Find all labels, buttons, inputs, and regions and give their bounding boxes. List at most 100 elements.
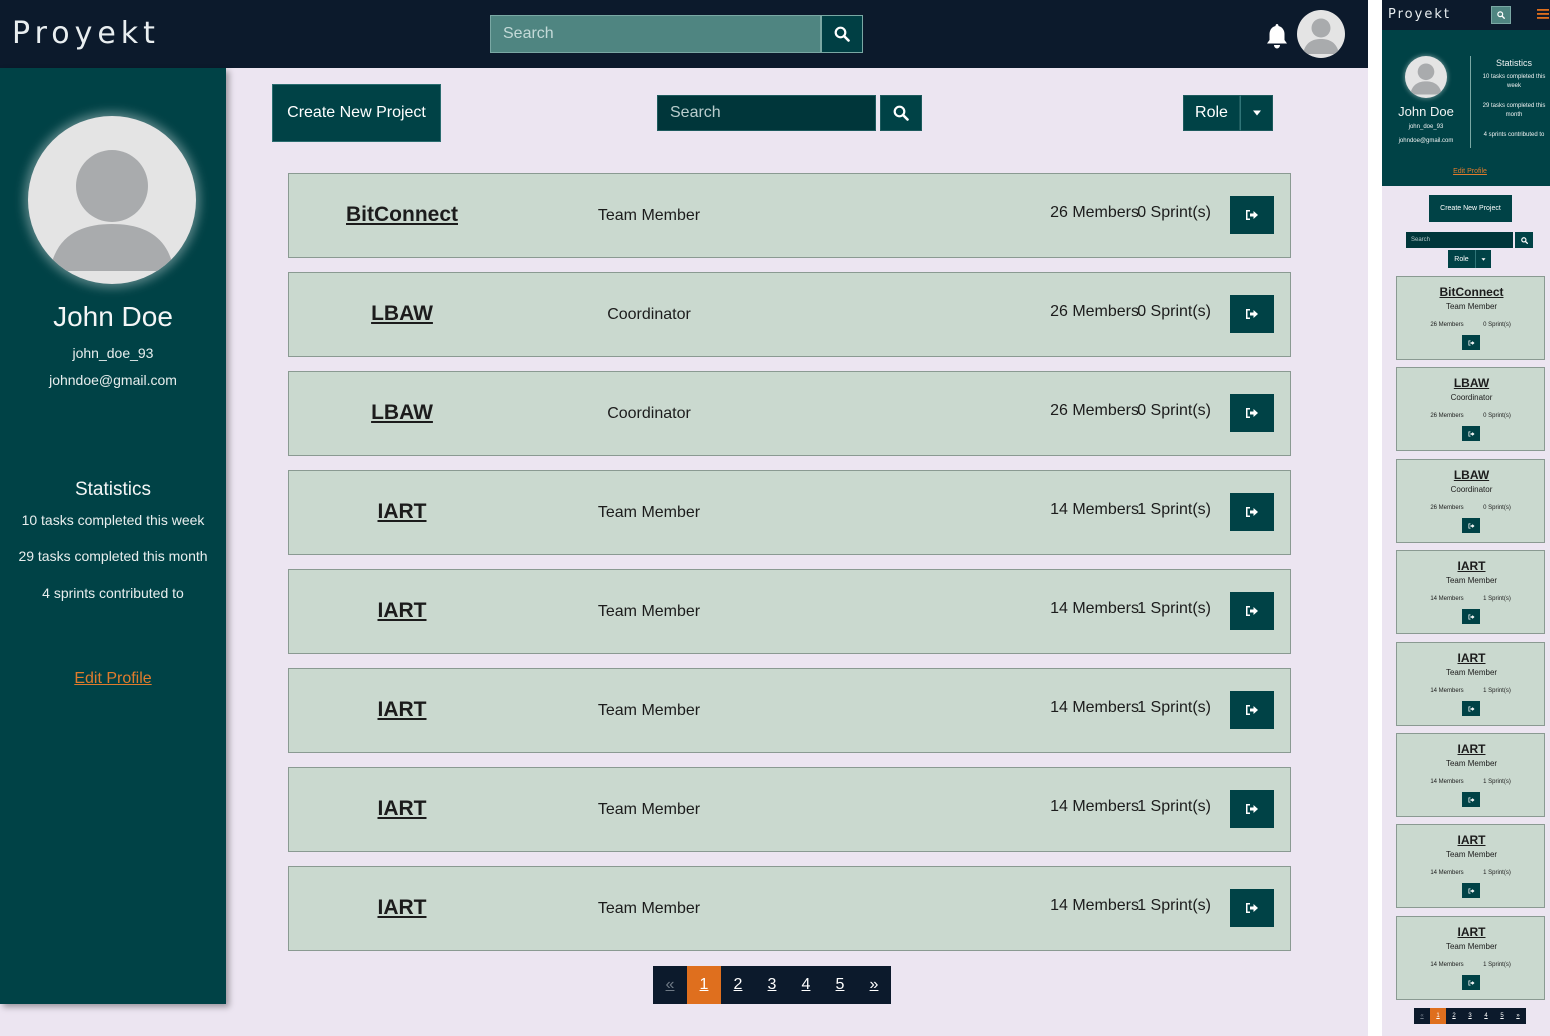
role-filter-button[interactable]: Role (1183, 95, 1240, 131)
mobile-pagination-page-4[interactable]: 4 (1478, 1008, 1494, 1024)
mobile-project-name-link[interactable]: IART (1397, 651, 1546, 665)
project-members: 14 Members (1050, 798, 1139, 815)
mobile-pagination-page-2[interactable]: 2 (1446, 1008, 1462, 1024)
navbar-search-button[interactable] (821, 15, 863, 53)
mobile-project-card: IART Team Member 14 Members 1 Sprint(s) (1396, 733, 1545, 817)
enter-project-button[interactable] (1230, 196, 1274, 234)
enter-project-button[interactable] (1230, 493, 1274, 531)
project-name-link[interactable]: IART (289, 500, 515, 524)
sign-out-icon (1246, 309, 1258, 319)
project-name-link[interactable]: IART (289, 599, 515, 623)
mobile-project-sprints: 0 Sprint(s) (1483, 413, 1511, 419)
caret-down-icon (1252, 110, 1261, 116)
pagination-page-3[interactable]: 3 (755, 966, 789, 1004)
brand-logo[interactable]: Proyekt (12, 16, 160, 51)
mobile-enter-project-button[interactable] (1462, 792, 1480, 807)
mobile-project-sprints: 0 Sprint(s) (1483, 322, 1511, 328)
mobile-project-name-link[interactable]: IART (1397, 925, 1546, 939)
mobile-view: Proyekt John Doe john_doe_93 johndoe@gma… (1382, 0, 1550, 1036)
role-dropdown-toggle[interactable] (1240, 95, 1273, 131)
project-name-link[interactable]: BitConnect (289, 203, 515, 227)
mobile-project-name-link[interactable]: IART (1397, 833, 1546, 847)
mobile-enter-project-button[interactable] (1462, 701, 1480, 716)
project-row: IART Team Member 14 Members 1 Sprint(s) (288, 866, 1291, 951)
mobile-project-name-link[interactable]: BitConnect (1397, 285, 1546, 299)
project-role: Team Member (597, 504, 701, 521)
project-name-link[interactable]: LBAW (289, 401, 515, 425)
mobile-brand-logo[interactable]: Proyekt (1388, 7, 1451, 22)
top-navbar: Proyekt (0, 0, 1368, 68)
enter-project-button[interactable] (1230, 592, 1274, 630)
mobile-enter-project-button[interactable] (1462, 426, 1480, 441)
mobile-project-name-link[interactable]: LBAW (1397, 468, 1546, 482)
mobile-project-name-link[interactable]: LBAW (1397, 376, 1546, 390)
mobile-create-project-button[interactable]: Create New Project (1429, 195, 1512, 222)
enter-project-button[interactable] (1230, 790, 1274, 828)
pagination-page-1[interactable]: 1 (687, 966, 721, 1004)
mobile-project-sprints: 1 Sprint(s) (1483, 596, 1511, 602)
project-members: 14 Members (1050, 897, 1139, 914)
mobile-stat-tasks-month: 29 tasks completed this month (1482, 103, 1546, 118)
edit-profile-link[interactable]: Edit Profile (0, 670, 226, 688)
mobile-project-search-button[interactable] (1515, 232, 1533, 248)
mobile-enter-project-button[interactable] (1462, 883, 1480, 898)
create-project-button[interactable]: Create New Project (272, 84, 441, 142)
sign-out-icon (1468, 523, 1474, 528)
mobile-project-search-input[interactable]: Search (1406, 232, 1513, 248)
bell-icon[interactable] (1264, 22, 1290, 50)
enter-project-button[interactable] (1230, 889, 1274, 927)
hamburger-menu-icon[interactable] (1536, 7, 1550, 21)
mobile-enter-project-button[interactable] (1462, 518, 1480, 533)
project-search-input[interactable] (657, 95, 876, 131)
sign-out-icon (1246, 705, 1258, 715)
search-icon (893, 105, 909, 121)
mobile-enter-project-button[interactable] (1462, 609, 1480, 624)
pagination-prev[interactable]: « (653, 966, 687, 1004)
project-sprints: 0 Sprint(s) (1137, 402, 1211, 419)
project-name-link[interactable]: IART (289, 896, 515, 920)
user-avatar[interactable] (1297, 10, 1345, 58)
mobile-project-name-link[interactable]: IART (1397, 742, 1546, 756)
mobile-stat-sprints: 4 sprints contributed to (1483, 132, 1545, 138)
mobile-edit-profile-link[interactable]: Edit Profile (1382, 168, 1550, 175)
project-name-link[interactable]: LBAW (289, 302, 515, 326)
mobile-enter-project-button[interactable] (1462, 335, 1480, 350)
mobile-project-members: 26 Members (1430, 413, 1464, 419)
pagination-page-2[interactable]: 2 (721, 966, 755, 1004)
mobile-enter-project-button[interactable] (1462, 975, 1480, 990)
project-row: LBAW Coordinator 26 Members 0 Sprint(s) (288, 272, 1291, 357)
mobile-project-sprints: 1 Sprint(s) (1483, 688, 1511, 694)
mobile-project-role: Team Member (1445, 668, 1498, 677)
search-icon (834, 26, 850, 42)
navbar-search-input[interactable] (490, 15, 821, 53)
mobile-pagination-next[interactable]: » (1510, 1008, 1526, 1024)
project-row: IART Team Member 14 Members 1 Sprint(s) (288, 470, 1291, 555)
mobile-profile-divider (1470, 56, 1471, 148)
mobile-project-name-link[interactable]: IART (1397, 559, 1546, 573)
pagination-page-5[interactable]: 5 (823, 966, 857, 1004)
mobile-role-dropdown-toggle[interactable] (1475, 250, 1491, 268)
pagination-next[interactable]: » (857, 966, 891, 1004)
project-row: LBAW Coordinator 26 Members 0 Sprint(s) (288, 371, 1291, 456)
stat-tasks-month: 29 tasks completed this month (18, 548, 208, 564)
pagination-page-4[interactable]: 4 (789, 966, 823, 1004)
mobile-project-card: LBAW Coordinator 26 Members 0 Sprint(s) (1396, 367, 1545, 451)
enter-project-button[interactable] (1230, 691, 1274, 729)
mobile-role-filter-button[interactable]: Role (1448, 250, 1475, 268)
project-row: IART Team Member 14 Members 1 Sprint(s) (288, 668, 1291, 753)
project-role: Team Member (597, 603, 701, 620)
mobile-pagination-page-1[interactable]: 1 (1430, 1008, 1446, 1024)
project-role: Team Member (597, 702, 701, 719)
mobile-pagination-prev[interactable]: « (1414, 1008, 1430, 1024)
project-role: Coordinator (607, 306, 691, 323)
mobile-pagination-page-5[interactable]: 5 (1494, 1008, 1510, 1024)
project-search-button[interactable] (880, 95, 922, 131)
enter-project-button[interactable] (1230, 394, 1274, 432)
enter-project-button[interactable] (1230, 295, 1274, 333)
mobile-project-members: 14 Members (1430, 870, 1464, 876)
mobile-project-members: 14 Members (1430, 962, 1464, 968)
project-name-link[interactable]: IART (289, 698, 515, 722)
mobile-pagination-page-3[interactable]: 3 (1462, 1008, 1478, 1024)
project-name-link[interactable]: IART (289, 797, 515, 821)
mobile-navbar-search-button[interactable] (1491, 6, 1511, 24)
